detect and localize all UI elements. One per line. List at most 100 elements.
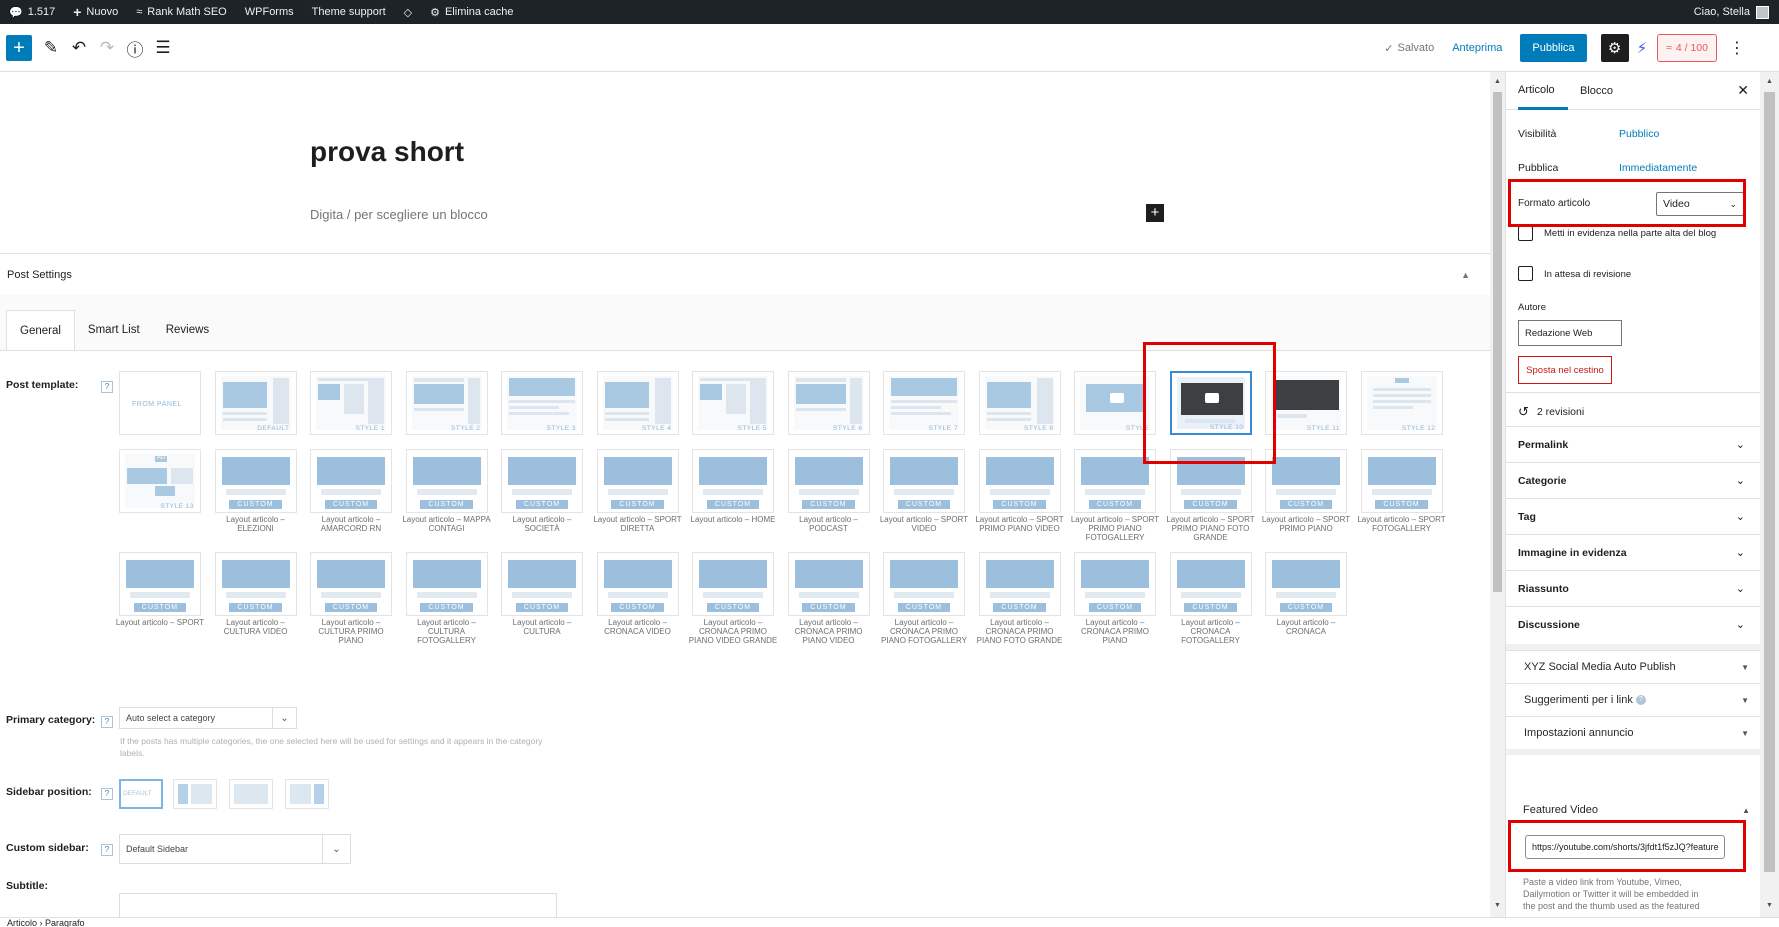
custom-layout-option[interactable]: CUSTOM xyxy=(501,552,583,616)
block-placeholder[interactable]: Digita / per scegliere un blocco xyxy=(310,207,488,222)
custom-layout-option[interactable]: CUSTOM xyxy=(1074,552,1156,616)
post-template-option-13[interactable]: AD STYLE 13 xyxy=(119,449,201,513)
post-template-option-10[interactable]: STYLE xyxy=(1074,371,1156,435)
collapse-caret-icon[interactable]: ▲ xyxy=(1461,270,1470,280)
custom-layout-option[interactable]: CUSTOM xyxy=(405,552,488,616)
panel-discussion[interactable]: Discussione ⌄ xyxy=(1506,606,1760,642)
publish-date-toggle[interactable]: Immediatamente xyxy=(1619,162,1697,174)
custom-layout-option[interactable]: CUSTOM xyxy=(405,449,488,513)
post-template-option-7[interactable]: STYLE 6 xyxy=(787,371,870,435)
settings-gear-icon[interactable]: ⚙ xyxy=(1600,34,1629,62)
info-icon[interactable]: ⓘ xyxy=(122,35,148,61)
close-icon[interactable]: ✕ xyxy=(1737,82,1749,99)
post-template-option-0[interactable]: FROM PANEL xyxy=(119,371,201,435)
post-template-option-13[interactable]: STYLE 12 xyxy=(1360,371,1443,435)
custom-sidebar-select[interactable]: Default Sidebar ⌄ xyxy=(119,834,351,864)
panel-tags[interactable]: Tag ⌄ xyxy=(1506,498,1760,534)
post-template-option-3[interactable]: STYLE 2 xyxy=(405,371,488,435)
panel-excerpt[interactable]: Riassunto ⌄ xyxy=(1506,570,1760,606)
custom-layout-option[interactable]: CUSTOM xyxy=(119,552,201,616)
custom-layout-option[interactable]: CUSTOM xyxy=(1169,552,1252,616)
author-input[interactable]: Redazione Web xyxy=(1518,320,1622,346)
panel-ad-settings[interactable]: Impostazioni annuncio ▼ xyxy=(1506,716,1760,749)
custom-layout-option[interactable]: CUSTOM xyxy=(596,552,679,616)
post-template-help-icon[interactable]: ? xyxy=(101,381,113,393)
seo-score-button[interactable]: ≈ 4 / 100 xyxy=(1657,34,1717,62)
publish-button[interactable]: Pubblica xyxy=(1520,34,1587,62)
custom-sidebar-help-icon[interactable]: ? xyxy=(101,844,113,856)
featured-video-url-input[interactable]: https://youtube.com/shorts/3jfdt1f5zJQ?f… xyxy=(1525,835,1725,859)
edit-icon[interactable]: ✎ xyxy=(38,35,64,61)
custom-layout-option[interactable]: CUSTOM xyxy=(1074,449,1156,513)
move-to-trash-button[interactable]: Sposta nel cestino xyxy=(1518,356,1612,384)
panel-categories[interactable]: Categorie ⌄ xyxy=(1506,462,1760,498)
revisions-link[interactable]: ↺ 2 revisioni xyxy=(1518,404,1584,420)
sidebar-scrollbar[interactable]: ▲ ▼ xyxy=(1760,72,1779,917)
add-block-button[interactable]: + xyxy=(6,35,32,61)
custom-layout-option[interactable]: CUSTOM xyxy=(692,449,774,513)
redo-icon[interactable]: ↷ xyxy=(94,35,120,61)
more-options-icon[interactable]: ⋮ xyxy=(1729,38,1745,58)
post-template-option-11[interactable]: STYLE 10 xyxy=(1169,371,1252,435)
custom-layout-option[interactable]: CUSTOM xyxy=(214,552,297,616)
custom-layout-option[interactable]: CUSTOM xyxy=(787,552,870,616)
post-template-option-12[interactable]: STYLE 11 xyxy=(1265,371,1347,435)
post-template-option-8[interactable]: STYLE 7 xyxy=(883,371,965,435)
inline-add-block-button[interactable]: + xyxy=(1146,204,1164,222)
pending-checkbox[interactable] xyxy=(1518,266,1533,281)
custom-layout-option[interactable]: CUSTOM xyxy=(692,552,774,616)
custom-layout-option[interactable]: CUSTOM xyxy=(596,449,679,513)
diamond-menu[interactable]: ◇ xyxy=(395,0,421,24)
new-menu[interactable]: + Nuovo xyxy=(64,0,127,24)
panel-permalink[interactable]: Permalink ⌄ xyxy=(1506,426,1760,462)
wpforms-menu[interactable]: WPForms xyxy=(236,0,303,24)
custom-layout-option[interactable]: CUSTOM xyxy=(787,449,870,513)
visibility-toggle[interactable]: Pubblico xyxy=(1619,128,1659,140)
primary-category-select[interactable]: Auto select a category ⌄ xyxy=(119,707,297,729)
custom-layout-option[interactable]: CUSTOM xyxy=(501,449,583,513)
scroll-down-icon[interactable]: ▼ xyxy=(1494,902,1501,909)
sidebar-position-left[interactable] xyxy=(173,779,217,809)
tab-post[interactable]: Articolo xyxy=(1518,72,1568,110)
preview-button[interactable]: Anteprima xyxy=(1452,42,1502,54)
featured-video-title[interactable]: Featured Video xyxy=(1523,804,1598,816)
breadcrumb-item[interactable]: Paragrafo xyxy=(45,918,85,927)
list-view-icon[interactable]: ☰ xyxy=(150,35,176,61)
custom-layout-option[interactable]: CUSTOM xyxy=(978,449,1061,513)
custom-layout-option[interactable]: CUSTOM xyxy=(883,449,965,513)
sidebar-position-none[interactable] xyxy=(229,779,273,809)
post-title[interactable]: prova short xyxy=(310,136,464,168)
rankmath-menu[interactable]: ≈ Rank Math SEO xyxy=(127,0,236,24)
primary-category-help-icon[interactable]: ? xyxy=(101,716,113,728)
panel-featured-image[interactable]: Immagine in evidenza ⌄ xyxy=(1506,534,1760,570)
scroll-up-icon[interactable]: ▲ xyxy=(1766,78,1773,85)
post-template-option-6[interactable]: STYLE 5 xyxy=(692,371,774,435)
custom-layout-option[interactable]: CUSTOM xyxy=(1265,449,1347,513)
post-format-select[interactable]: Video ⌄ xyxy=(1656,192,1744,216)
custom-layout-option[interactable]: CUSTOM xyxy=(978,552,1061,616)
theme-support-menu[interactable]: Theme support xyxy=(303,0,395,24)
custom-layout-option[interactable]: CUSTOM xyxy=(883,552,965,616)
sidebar-scrollbar-thumb[interactable] xyxy=(1764,92,1775,872)
scroll-down-icon[interactable]: ▼ xyxy=(1766,902,1773,909)
sidebar-position-right[interactable] xyxy=(285,779,329,809)
breadcrumb-item[interactable]: Articolo xyxy=(7,918,37,927)
tab-reviews[interactable]: Reviews xyxy=(153,310,222,350)
sidebar-position-help-icon[interactable]: ? xyxy=(101,788,113,800)
panel-link-suggestions[interactable]: Suggerimenti per i link ? ▼ xyxy=(1506,683,1760,716)
tab-general[interactable]: General xyxy=(6,310,75,350)
editor-scrollbar-thumb[interactable] xyxy=(1493,92,1502,592)
post-template-option-1[interactable]: DEFAULT xyxy=(214,371,297,435)
tab-block[interactable]: Blocco xyxy=(1580,72,1613,110)
custom-layout-option[interactable]: CUSTOM xyxy=(310,552,392,616)
editor-scrollbar[interactable]: ▲ ▼ xyxy=(1490,72,1505,917)
account-menu[interactable]: Ciao, Stella xyxy=(1694,0,1769,24)
custom-layout-option[interactable]: CUSTOM xyxy=(1169,449,1252,513)
custom-layout-option[interactable]: CUSTOM xyxy=(310,449,392,513)
custom-layout-option[interactable]: CUSTOM xyxy=(1360,449,1443,513)
post-template-option-5[interactable]: STYLE 4 xyxy=(596,371,679,435)
subtitle-input[interactable] xyxy=(119,893,557,917)
clear-cache-menu[interactable]: ⚙ Elimina cache xyxy=(421,0,522,24)
undo-icon[interactable]: ↶ xyxy=(66,35,92,61)
bolt-icon[interactable]: ⚡ xyxy=(1637,39,1648,57)
